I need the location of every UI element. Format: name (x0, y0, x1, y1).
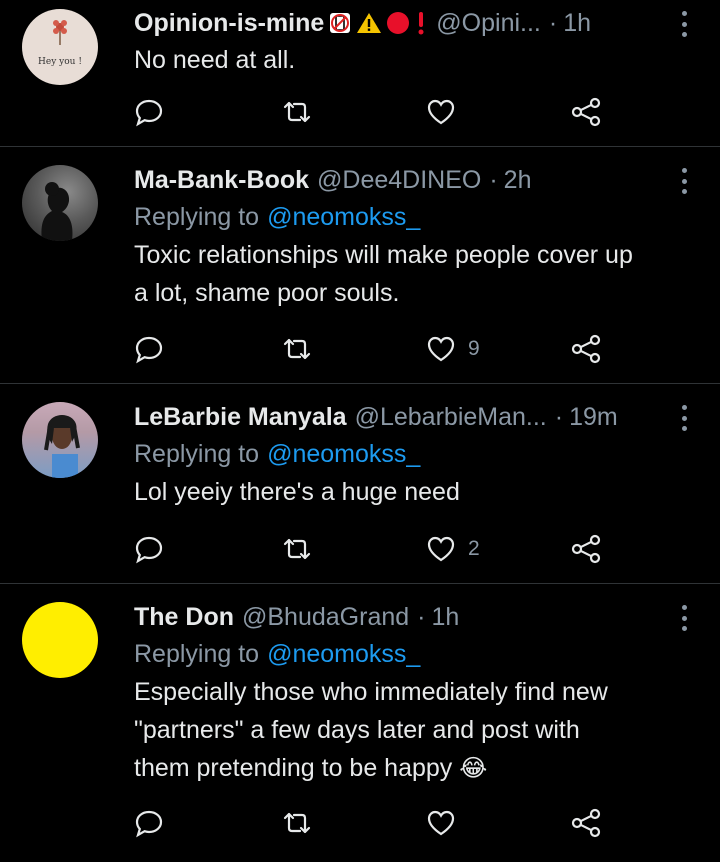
reply-icon (135, 536, 163, 564)
tweet-actions: 2 (134, 532, 614, 566)
replying-to-label: Replying to (134, 440, 260, 468)
heart-icon (427, 810, 455, 836)
share-icon (571, 97, 601, 127)
tweet[interactable]: Ma-Bank-Book @Dee4DINEO · 2h Replying to… (0, 147, 720, 384)
avatar[interactable] (22, 402, 98, 478)
handle[interactable]: @BhudaGrand (242, 603, 409, 632)
share-button[interactable] (570, 95, 602, 129)
exclamation-icon (418, 12, 424, 35)
tweet-text-line: No need at all. (134, 46, 296, 74)
like-count: 9 (468, 337, 480, 360)
like-count: 2 (468, 537, 480, 560)
handle[interactable]: @LebarbieMan... (355, 403, 547, 432)
tweet-text: Toxic relationships will make people cov… (134, 236, 696, 312)
reply-icon (135, 810, 163, 838)
retweet-icon (283, 812, 311, 834)
separator: · (548, 8, 558, 37)
avatar-caption: Hey you ! (38, 57, 82, 67)
timestamp[interactable]: 1h (431, 603, 459, 632)
red-circle-icon (387, 12, 410, 34)
tweet[interactable]: The Don @BhudaGrand · 1h Replying to @neo… (0, 584, 720, 862)
share-icon (571, 808, 601, 838)
display-name[interactable]: Opinion-is-mine (134, 9, 324, 38)
share-icon (571, 534, 601, 564)
name-badges (328, 10, 428, 36)
retweet-button[interactable] (282, 532, 312, 566)
tweet-text: No need at all. (134, 41, 696, 79)
tweet-actions (134, 95, 614, 129)
replying-to: Replying to @neomokss_ (134, 435, 696, 473)
mention-link[interactable]: @neomokss_ (267, 203, 420, 231)
avatar[interactable]: Hey you ! (22, 9, 98, 85)
more-options-icon[interactable] (672, 11, 696, 37)
separator: · (554, 402, 564, 431)
display-name[interactable]: Ma-Bank-Book (134, 166, 309, 195)
more-options-icon[interactable] (672, 168, 696, 194)
retweet-icon (283, 538, 311, 560)
tweet-text-line: Lol yeeiy there's a huge need (134, 478, 460, 506)
retweet-icon (283, 101, 311, 123)
retweet-button[interactable] (282, 806, 312, 840)
reply-button[interactable] (134, 95, 164, 129)
tweet-text-line: Toxic relationships will make people cov… (134, 241, 633, 269)
share-button[interactable] (570, 532, 602, 566)
tweet-text-line: a lot, shame poor souls. (134, 279, 400, 307)
like-button[interactable]: 2 (426, 532, 480, 566)
profile-photo-icon (44, 415, 80, 478)
heart-icon (427, 99, 455, 125)
tweet-text: Especially those who immediately find ne… (134, 673, 696, 788)
reply-icon (135, 99, 163, 127)
no-phone-icon (330, 13, 351, 33)
heart-icon (427, 536, 455, 562)
tweet[interactable]: Hey you ! Opinion-is-mine @Opini... · 1h… (0, 0, 720, 147)
warning-icon (357, 13, 382, 33)
display-name[interactable]: The Don (134, 603, 234, 632)
handle[interactable]: @Opini... (436, 9, 541, 38)
tweet-text-segment: them pretending to be happy (134, 754, 453, 782)
tweet-text-line: Especially those who immediately find ne… (134, 678, 608, 706)
separator: · (417, 602, 426, 631)
tweet-actions: 9 (134, 332, 614, 366)
tweet-text-line: them pretending to be happy 😂 (134, 749, 696, 788)
silhouette-icon (41, 182, 73, 241)
more-options-icon[interactable] (672, 405, 696, 431)
timestamp[interactable]: 1h (563, 9, 591, 38)
heart-icon (427, 336, 455, 362)
replying-to: Replying to @neomokss_ (134, 635, 696, 673)
mention-link[interactable]: @neomokss_ (267, 440, 420, 468)
timestamp[interactable]: 19m (569, 403, 618, 432)
laughing-emoji: 😂 (459, 755, 488, 782)
replying-to: Replying to @neomokss_ (134, 198, 696, 236)
retweet-button[interactable] (282, 332, 312, 366)
retweet-button[interactable] (282, 95, 312, 129)
more-options-icon[interactable] (672, 605, 696, 631)
reply-icon (135, 336, 163, 364)
reply-button[interactable] (134, 332, 164, 366)
handle[interactable]: @Dee4DINEO (317, 166, 481, 195)
share-icon (571, 334, 601, 364)
tweet-text: Lol yeeiy there's a huge need (134, 473, 696, 511)
reply-button[interactable] (134, 532, 164, 566)
reply-button[interactable] (134, 806, 164, 840)
replying-to-label: Replying to (134, 203, 260, 231)
retweet-icon (283, 338, 311, 360)
flower-icon (53, 20, 67, 45)
like-button[interactable]: 9 (426, 332, 480, 366)
timestamp[interactable]: 2h (504, 166, 532, 195)
share-button[interactable] (570, 806, 602, 840)
replying-to-label: Replying to (134, 640, 260, 668)
share-button[interactable] (570, 332, 602, 366)
display-name[interactable]: LeBarbie Manyala (134, 403, 347, 432)
like-button[interactable] (426, 95, 468, 129)
mention-link[interactable]: @neomokss_ (267, 640, 420, 668)
avatar[interactable] (22, 602, 98, 678)
like-button[interactable] (426, 806, 468, 840)
tweet-actions (134, 806, 614, 840)
tweet-text-line: "partners" a few days later and post wit… (134, 716, 580, 744)
avatar[interactable] (22, 165, 98, 241)
separator: · (489, 165, 498, 194)
tweet[interactable]: LeBarbie Manyala @LebarbieMan... · 19m R… (0, 384, 720, 584)
